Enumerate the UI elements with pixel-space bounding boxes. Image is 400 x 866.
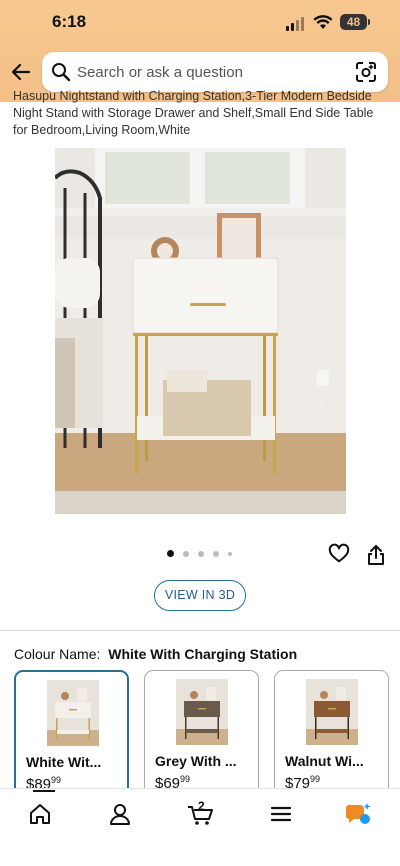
battery-indicator: 48 (340, 14, 370, 30)
search-bar[interactable]: Search or ask a question (42, 52, 388, 92)
signal-icon (286, 17, 304, 31)
search-icon (52, 63, 71, 82)
swatch-thumbnail (47, 680, 99, 746)
camera-search-icon[interactable] (354, 60, 378, 84)
swatch-thumbnail (306, 679, 358, 745)
carousel-dot[interactable] (198, 550, 204, 557)
carousel-dot[interactable] (228, 551, 232, 556)
nightstand-photo (55, 148, 346, 514)
share-icon[interactable] (366, 544, 386, 566)
carousel-dot[interactable] (213, 550, 219, 557)
colour-swatches: White Wit... $8999 Grey With ... $6999 W… (14, 670, 389, 797)
back-arrow-icon[interactable] (9, 60, 33, 84)
app-header: 6:18 48 Search or ask a question (0, 0, 400, 102)
swatch-walnut[interactable]: Walnut Wi... $7999 (274, 670, 389, 797)
account-icon[interactable] (107, 801, 133, 827)
carousel-dot[interactable] (183, 550, 189, 557)
carousel-dot[interactable] (167, 550, 174, 557)
menu-icon[interactable] (268, 801, 294, 827)
rufus-assistant-icon[interactable] (345, 801, 373, 827)
wifi-icon (313, 15, 333, 29)
home-icon[interactable] (27, 801, 53, 827)
cart-count-badge: 2 (198, 799, 205, 813)
scroll-indicator (33, 790, 55, 792)
search-input[interactable]: Search or ask a question (77, 64, 243, 81)
carousel-dots[interactable] (167, 550, 232, 557)
product-title: Hasupu Nightstand with Charging Station,… (13, 89, 374, 137)
colour-name-label: Colour Name: (14, 646, 101, 662)
swatch-white[interactable]: White Wit... $8999 (14, 670, 129, 797)
status-bar: 6:18 48 (0, 0, 400, 46)
status-time: 6:18 (52, 12, 87, 31)
swatch-grey[interactable]: Grey With ... $6999 (144, 670, 259, 797)
divider (0, 630, 400, 631)
view-in-3d-button[interactable]: VIEW IN 3D (154, 580, 246, 611)
colour-name-row: Colour Name: White With Charging Station (14, 646, 297, 662)
swatch-name: Walnut Wi... (285, 753, 364, 769)
colour-selected-value: White With Charging Station (108, 646, 298, 662)
product-image[interactable] (55, 148, 346, 514)
swatch-thumbnail (176, 679, 228, 745)
heart-icon[interactable] (328, 543, 350, 565)
swatch-name: White Wit... (26, 754, 102, 770)
swatch-name: Grey With ... (155, 753, 237, 769)
